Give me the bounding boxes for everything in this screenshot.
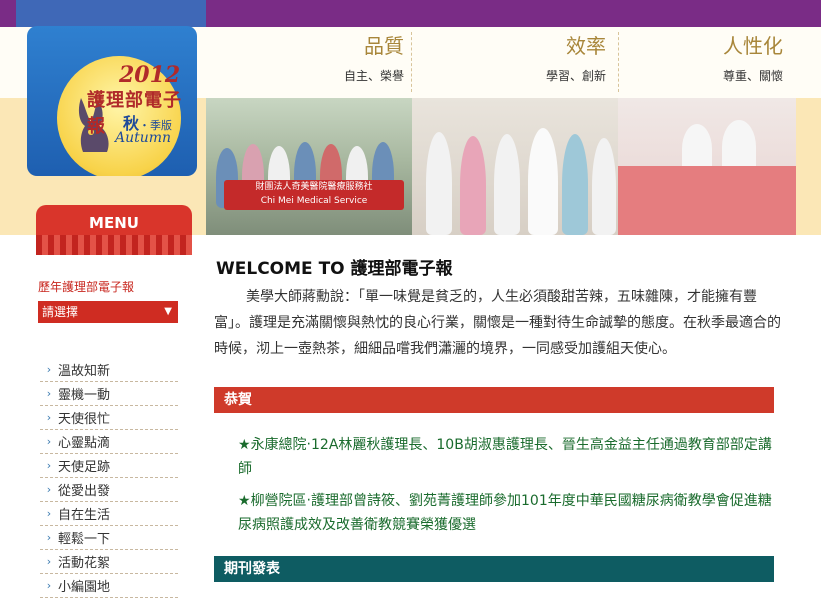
chevron-right-icon: ›: [46, 459, 52, 472]
divider: [618, 32, 619, 92]
divider: [411, 32, 412, 92]
chevron-right-icon: ›: [46, 435, 52, 448]
archive-select[interactable]: 請選擇 ▼: [38, 301, 178, 323]
menu-item[interactable]: › 心靈點滴: [40, 430, 178, 454]
news-text: 永康總院‧12A林麗秋護理長、10B胡淑惠護理長、晉生高金益主任通過教育部部定講…: [238, 437, 772, 477]
slogan-humanity: 人性化 尊重、關懷: [680, 30, 783, 96]
menu-item[interactable]: › 靈機一動: [40, 382, 178, 406]
menu-title: MENU: [89, 214, 139, 232]
menu-item[interactable]: › 自在生活: [40, 502, 178, 526]
section-publications: 期刊發表: [214, 556, 774, 582]
banner-line2: Chi Mei Medical Service: [260, 196, 368, 206]
logo-year: 2012: [119, 62, 181, 88]
menu-item[interactable]: › 天使足跡: [40, 454, 178, 478]
chevron-right-icon: ›: [46, 363, 52, 376]
chevron-right-icon: ›: [46, 507, 52, 520]
slogan-title: 品質: [364, 34, 404, 58]
menu-item[interactable]: › 天使很忙: [40, 406, 178, 430]
photo-presentation: [618, 98, 796, 235]
photo-award: [412, 98, 618, 235]
menu-header: MENU: [36, 205, 192, 255]
star-icon: ★: [238, 437, 251, 453]
menu-item[interactable]: › 輕鬆一下: [40, 526, 178, 550]
menu-item-label: 靈機一動: [58, 388, 111, 403]
news-item[interactable]: ★柳營院區‧護理部曾詩筱、劉苑菁護理師參加101年度中華民國糖尿病衛教學會促進糖…: [238, 489, 778, 537]
chevron-right-icon: ›: [46, 579, 52, 592]
menu-list: › 溫故知新 › 靈機一動 › 天使很忙 › 心靈點滴 › 天使足跡 › 從愛出發 › 自在生…: [40, 358, 178, 598]
menu-item-label: 天使足跡: [58, 460, 111, 475]
menu-item[interactable]: › 從愛出發: [40, 478, 178, 502]
menu-wave: [36, 235, 192, 255]
chevron-right-icon: ›: [46, 555, 52, 568]
menu-item-label: 自在生活: [58, 508, 111, 523]
slogan-title: 人性化: [723, 34, 783, 58]
menu-item-label: 心靈點滴: [58, 436, 111, 451]
star-icon: ★: [238, 493, 251, 509]
chevron-right-icon: ›: [46, 387, 52, 400]
slogan-quality: 品質 自主、榮譽: [300, 30, 404, 96]
top-bar-highlight: [16, 0, 206, 27]
news-item[interactable]: ★永康總院‧12A林麗秋護理長、10B胡淑惠護理長、晉生高金益主任通過教育部部定…: [238, 433, 778, 481]
menu-item[interactable]: › 活動花絮: [40, 550, 178, 574]
menu-item[interactable]: › 小編園地: [40, 574, 178, 598]
slogan-efficiency: 效率 學習、創新: [500, 30, 606, 96]
slogan-sub: 學習、創新: [545, 69, 606, 83]
welcome-heading: WELCOME TO 護理部電子報: [216, 259, 453, 279]
menu-item[interactable]: › 溫故知新: [40, 358, 178, 382]
slogan-title: 效率: [566, 34, 606, 58]
chevron-right-icon: ›: [46, 411, 52, 424]
menu-item-label: 活動花絮: [58, 556, 111, 571]
chevron-right-icon: ›: [46, 483, 52, 496]
slogan-sub: 尊重、關懷: [722, 69, 783, 83]
logo-season-en: Autumn: [115, 130, 172, 146]
photo-group-outdoor: 財團法人奇美醫院醫療服務社 Chi Mei Medical Service: [206, 98, 412, 235]
slogan-sub: 自主、榮譽: [343, 69, 404, 83]
archive-label: 歷年護理部電子報: [38, 280, 135, 294]
menu-item-label: 小編園地: [58, 580, 111, 595]
intro-paragraph: 美學大師蔣勳說：「單一味覺是貧乏的，人生必須酸甜苦辣，五味雜陳，才能擁有豐富」。…: [214, 289, 781, 357]
chevron-right-icon: ›: [46, 531, 52, 544]
archive-select-value: 請選擇: [42, 305, 79, 319]
menu-item-label: 從愛出發: [58, 484, 111, 499]
section-congrats: 恭賀: [214, 387, 774, 413]
menu-item-label: 輕鬆一下: [58, 532, 111, 547]
news-text: 柳營院區‧護理部曾詩筱、劉苑菁護理師參加101年度中華民國糖尿病衛教學會促進糖尿…: [238, 493, 772, 533]
site-logo[interactable]: 2012 護理部電子報 秋・季版 Autumn: [27, 26, 197, 176]
banner-line1: 財團法人奇美醫院醫療服務社: [255, 182, 373, 192]
top-bar: [0, 0, 821, 27]
menu-item-label: 天使很忙: [58, 412, 111, 427]
photo-banner: 財團法人奇美醫院醫療服務社 Chi Mei Medical Service: [224, 180, 404, 210]
menu-item-label: 溫故知新: [58, 364, 111, 379]
dropdown-arrow-icon: ▼: [164, 306, 172, 317]
